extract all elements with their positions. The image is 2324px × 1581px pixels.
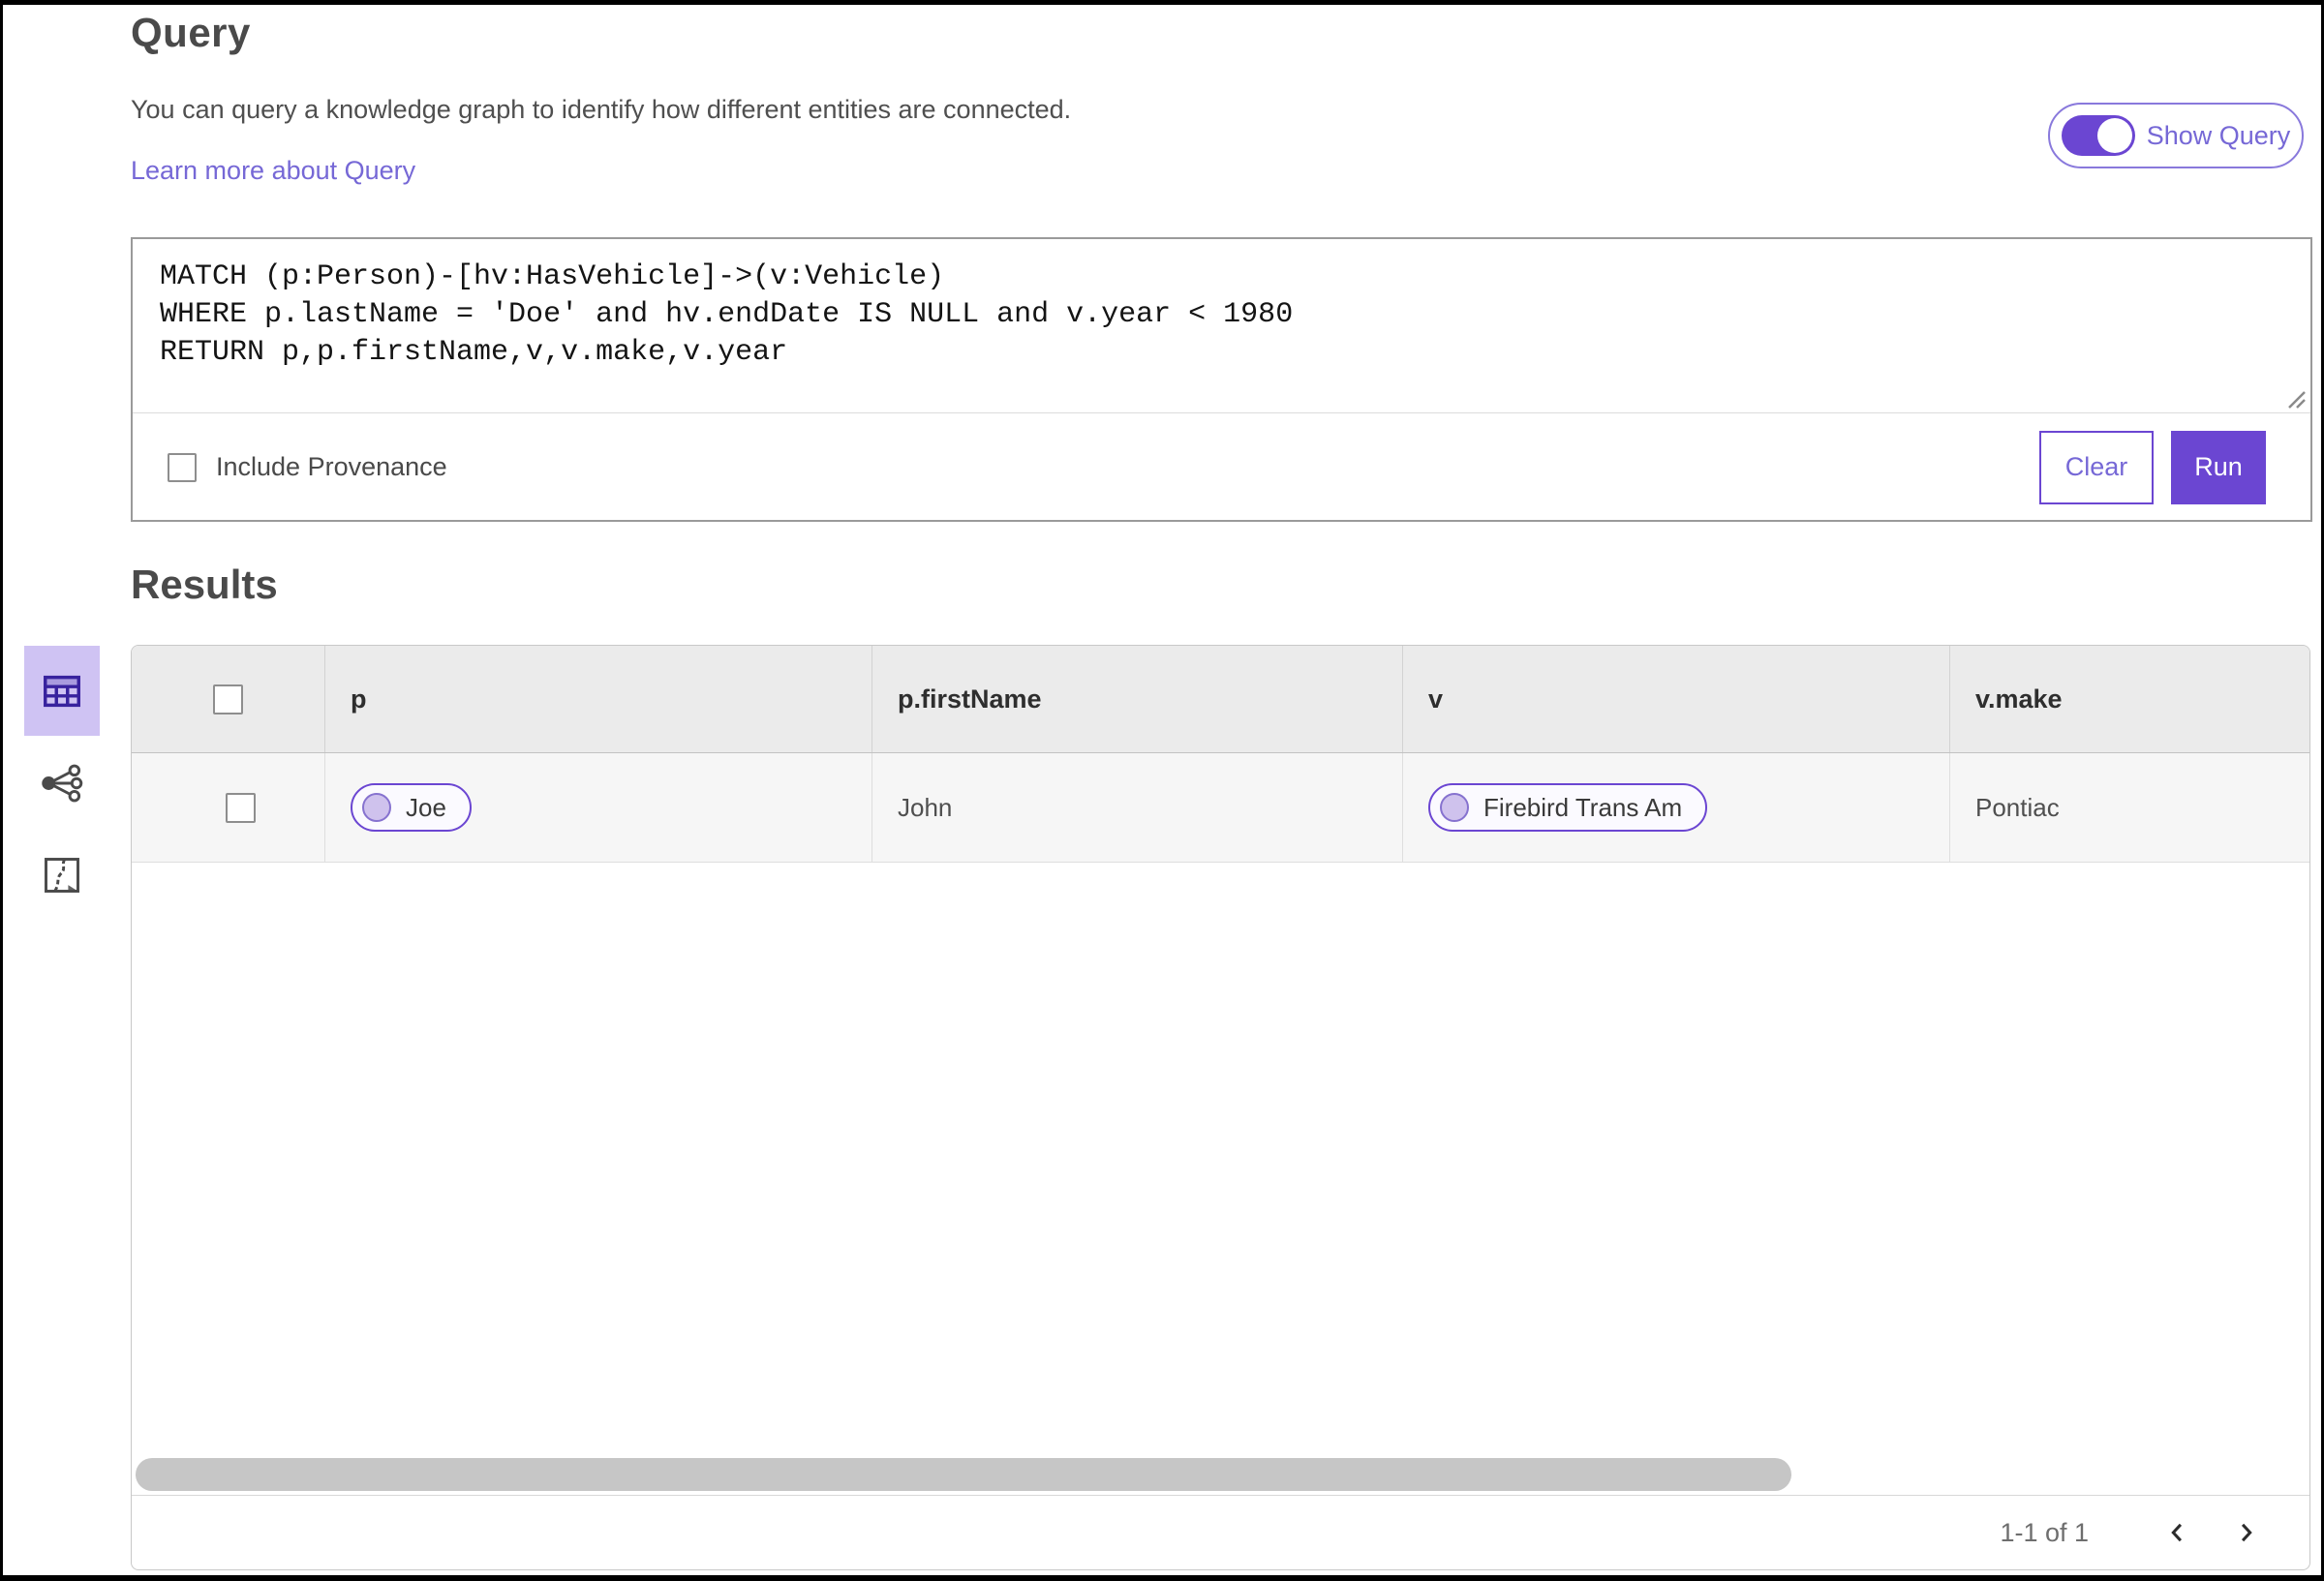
query-line: RETURN p,p.firstName,v,v.make,v.year — [160, 336, 788, 369]
clear-button[interactable]: Clear — [2039, 430, 2154, 504]
include-provenance-checkbox[interactable] — [168, 452, 197, 482]
page-title: Query — [131, 10, 251, 55]
map-icon — [45, 857, 79, 893]
table-row: Joe John Firebird Trans Am Pontiac — [132, 753, 2309, 863]
toggle-knob — [2096, 118, 2132, 153]
entity-dot-icon — [362, 793, 391, 822]
query-line: MATCH (p:Person)-[hv:HasVehicle]->(v:Veh… — [160, 260, 945, 293]
previous-page-button[interactable] — [2151, 1505, 2205, 1560]
link-chart-view-button[interactable] — [24, 738, 100, 828]
column-header-v-make[interactable]: v.make — [1950, 646, 2309, 752]
results-table: p p.firstName v v.make Joe John Firebird… — [131, 645, 2310, 1570]
query-panel: MATCH (p:Person)-[hv:HasVehicle]->(v:Veh… — [131, 237, 2312, 522]
chevron-left-icon — [2171, 1523, 2183, 1542]
table-icon — [44, 675, 80, 707]
column-header-p-firstname[interactable]: p.firstName — [872, 646, 1403, 752]
row-cell-p: Joe — [325, 753, 872, 862]
table-view-button[interactable] — [24, 646, 100, 736]
entity-chip-vehicle[interactable]: Firebird Trans Am — [1428, 783, 1708, 832]
chevron-right-icon — [2241, 1523, 2252, 1542]
row-cell-p-firstname: John — [872, 753, 1403, 862]
show-query-toggle[interactable]: Show Query — [2048, 103, 2304, 168]
query-line: WHERE p.lastName = 'Doe' and hv.endDate … — [160, 298, 1294, 331]
query-panel-footer: Include Provenance Clear Run — [133, 414, 2310, 520]
entity-chip-person[interactable]: Joe — [351, 783, 472, 832]
column-header-p[interactable]: p — [325, 646, 872, 752]
include-provenance-label: Include Provenance — [216, 452, 447, 481]
table-pagination-bar: 1-1 of 1 — [132, 1495, 2309, 1569]
entity-dot-icon — [1440, 793, 1469, 822]
header-cell-select — [132, 646, 325, 752]
results-table-header: p p.firstName v v.make — [132, 646, 2309, 753]
pagination-range-label: 1-1 of 1 — [2000, 1517, 2089, 1547]
show-query-label: Show Query — [2146, 120, 2291, 150]
link-chart-icon — [42, 764, 83, 802]
page-description: You can query a knowledge graph to ident… — [131, 95, 1072, 124]
next-page-button[interactable] — [2218, 1505, 2273, 1560]
horizontal-scrollbar[interactable] — [136, 1458, 1791, 1491]
query-code-editor[interactable]: MATCH (p:Person)-[hv:HasVehicle]->(v:Veh… — [133, 239, 2310, 413]
table-empty-area — [132, 863, 2309, 1495]
results-view-switcher — [24, 646, 100, 922]
column-header-v[interactable]: v — [1403, 646, 1950, 752]
row-select-checkbox[interactable] — [226, 792, 256, 823]
row-cell-v: Firebird Trans Am — [1403, 753, 1950, 862]
row-cell-v-make: Pontiac — [1975, 792, 2060, 822]
map-view-button[interactable] — [24, 830, 100, 920]
run-button[interactable]: Run — [2171, 430, 2266, 504]
query-page: Query You can query a knowledge graph to… — [0, 0, 2324, 1581]
textarea-resize-handle-icon[interactable] — [2279, 382, 2307, 410]
results-title: Results — [131, 562, 278, 607]
toggle-switch-icon[interactable] — [2061, 115, 2135, 156]
entity-chip-label: Firebird Trans Am — [1483, 792, 1683, 822]
select-all-checkbox[interactable] — [213, 684, 243, 714]
row-cell-select — [132, 753, 325, 862]
entity-chip-label: Joe — [406, 792, 446, 822]
learn-more-link[interactable]: Learn more about Query — [131, 156, 415, 186]
